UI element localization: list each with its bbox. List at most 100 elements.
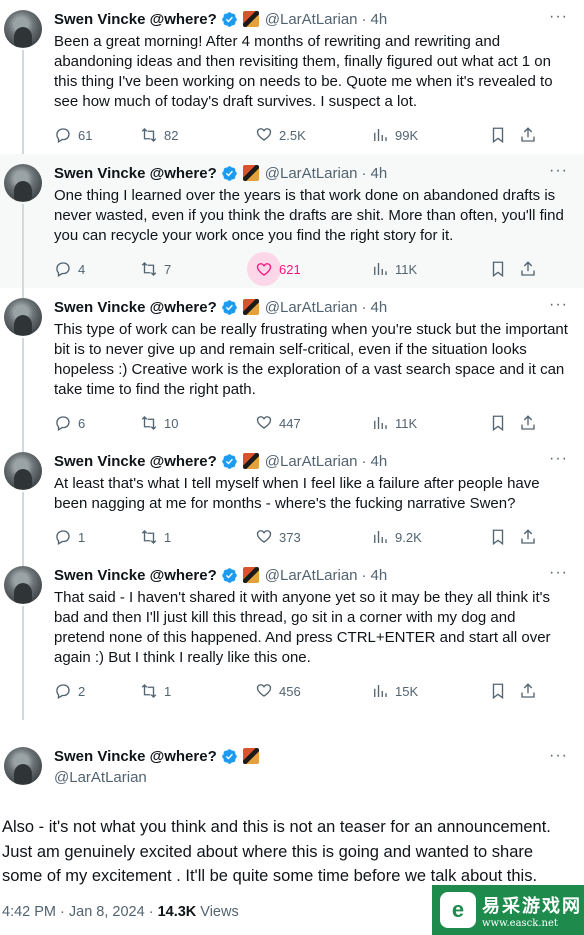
more-icon[interactable]: ··· bbox=[549, 8, 568, 26]
bookmark-button[interactable] bbox=[489, 528, 519, 546]
tweet-time[interactable]: 4h bbox=[371, 165, 388, 182]
more-icon[interactable]: ··· bbox=[549, 296, 568, 314]
like-halo bbox=[255, 527, 273, 548]
avatar[interactable] bbox=[4, 452, 42, 490]
repost-button[interactable]: 82 bbox=[140, 126, 255, 144]
repost-icon bbox=[141, 530, 157, 544]
author-name[interactable]: Swen Vincke @where? bbox=[54, 165, 217, 182]
reply-count: 2 bbox=[78, 683, 86, 699]
share-button[interactable] bbox=[519, 126, 537, 144]
tweet-time[interactable]: 4h bbox=[371, 453, 388, 470]
avatar[interactable] bbox=[4, 747, 42, 785]
share-button[interactable] bbox=[519, 260, 537, 278]
thread-tweet[interactable]: Swen Vincke @where? @LarAtLarian · 4h ··… bbox=[0, 0, 584, 164]
like-button[interactable]: 373 bbox=[255, 527, 371, 548]
avatar[interactable] bbox=[4, 10, 42, 48]
thread-tweet[interactable]: Swen Vincke @where? @LarAtLarian · 4h ··… bbox=[0, 288, 584, 452]
like-button[interactable]: 456 bbox=[255, 681, 371, 702]
author-handle[interactable]: @LarAtLarian bbox=[265, 299, 358, 316]
timestamp[interactable]: 4:42 PM · Jan 8, 2024 · bbox=[2, 904, 158, 920]
bookmark-icon bbox=[492, 127, 504, 144]
author-name[interactable]: Swen Vincke @where? bbox=[54, 453, 217, 470]
tweet-text: This type of work can be really frustrat… bbox=[54, 321, 568, 398]
views-button[interactable]: 11K bbox=[371, 260, 489, 278]
share-icon bbox=[521, 415, 535, 430]
avatar[interactable] bbox=[4, 298, 42, 336]
like-button[interactable]: 621 bbox=[247, 252, 371, 286]
like-halo bbox=[255, 681, 273, 702]
more-icon[interactable]: ··· bbox=[549, 747, 568, 765]
thread-tweet[interactable]: Swen Vincke @where? @LarAtLarian · 4h ··… bbox=[0, 556, 584, 720]
repost-button[interactable]: 7 bbox=[140, 260, 255, 278]
views-icon bbox=[374, 417, 387, 429]
thread-connector-line bbox=[22, 50, 24, 164]
views-button[interactable]: 11K bbox=[371, 414, 489, 432]
thread-tweet[interactable]: Swen Vincke @where? @LarAtLarian · 4h ··… bbox=[0, 442, 584, 566]
watermark-url: www.easck.net bbox=[482, 917, 558, 929]
tweet-text: That said - I haven't shared it with any… bbox=[54, 589, 551, 666]
author-handle[interactable]: @LarAtLarian bbox=[54, 769, 570, 786]
author-name[interactable]: Swen Vincke @where? bbox=[54, 567, 217, 584]
share-button[interactable] bbox=[519, 414, 537, 432]
author-handle[interactable]: @LarAtLarian bbox=[265, 11, 358, 28]
repost-count: 10 bbox=[164, 415, 179, 431]
tweet-time[interactable]: 4h bbox=[371, 567, 388, 584]
separator-dot: · bbox=[361, 298, 367, 316]
share-icon bbox=[521, 261, 535, 276]
author-handle[interactable]: @LarAtLarian bbox=[265, 567, 358, 584]
reply-icon bbox=[56, 530, 70, 545]
repost-button[interactable]: 1 bbox=[140, 528, 255, 546]
affiliate-badge-icon bbox=[242, 11, 259, 27]
bookmark-button[interactable] bbox=[489, 414, 519, 432]
author-name[interactable]: Swen Vincke @where? bbox=[54, 299, 217, 316]
reply-button[interactable]: 6 bbox=[54, 414, 140, 432]
views-count: 9.2K bbox=[395, 529, 422, 545]
share-button[interactable] bbox=[519, 528, 537, 546]
reply-button[interactable]: 1 bbox=[54, 528, 140, 546]
views-button[interactable]: 99K bbox=[371, 126, 489, 144]
verified-badge-icon bbox=[221, 453, 237, 469]
bookmark-icon bbox=[492, 261, 504, 278]
reply-button[interactable]: 61 bbox=[54, 126, 140, 144]
views-icon bbox=[374, 129, 387, 141]
bookmark-button[interactable] bbox=[489, 260, 519, 278]
author-handle[interactable]: @LarAtLarian bbox=[265, 453, 358, 470]
avatar[interactable] bbox=[4, 566, 42, 604]
affiliate-badge-icon bbox=[242, 299, 259, 315]
views-count: 15K bbox=[395, 683, 419, 699]
views-count: 11K bbox=[395, 415, 418, 431]
avatar[interactable] bbox=[4, 164, 42, 202]
tweet-time[interactable]: 4h bbox=[371, 11, 388, 28]
like-count: 456 bbox=[279, 683, 301, 699]
views-button[interactable]: 15K bbox=[371, 682, 489, 700]
repost-icon bbox=[141, 262, 157, 276]
bookmark-button[interactable] bbox=[489, 126, 519, 144]
repost-button[interactable]: 1 bbox=[140, 682, 255, 700]
repost-icon bbox=[141, 684, 157, 698]
site-watermark: e 易采游戏网 www.easck.net bbox=[432, 885, 584, 935]
more-icon[interactable]: ··· bbox=[549, 162, 568, 180]
separator-dot: · bbox=[361, 452, 367, 470]
share-icon bbox=[521, 127, 535, 142]
tweet-header: Swen Vincke @where? @LarAtLarian · 4h bbox=[54, 10, 570, 28]
more-icon[interactable]: ··· bbox=[549, 564, 568, 582]
repost-button[interactable]: 10 bbox=[140, 414, 255, 432]
reply-button[interactable]: 2 bbox=[54, 682, 140, 700]
author-handle[interactable]: @LarAtLarian bbox=[265, 165, 358, 182]
tweet-header: Swen Vincke @where? @LarAtLarian · 4h bbox=[54, 164, 570, 182]
bookmark-button[interactable] bbox=[489, 682, 519, 700]
tweet-time[interactable]: 4h bbox=[371, 299, 388, 316]
tweet-header: Swen Vincke @where? bbox=[54, 747, 570, 765]
affiliate-badge-icon bbox=[242, 453, 259, 469]
author-name[interactable]: Swen Vincke @where? bbox=[54, 748, 217, 765]
thread-tweet[interactable]: Swen Vincke @where? @LarAtLarian · 4h ··… bbox=[0, 154, 584, 298]
views-button[interactable]: 9.2K bbox=[371, 528, 489, 546]
like-count: 447 bbox=[279, 415, 301, 431]
like-button[interactable]: 447 bbox=[255, 413, 371, 434]
more-icon[interactable]: ··· bbox=[549, 450, 568, 468]
reply-button[interactable]: 4 bbox=[54, 260, 140, 278]
like-button[interactable]: 2.5K bbox=[255, 125, 371, 146]
share-button[interactable] bbox=[519, 682, 537, 700]
author-name[interactable]: Swen Vincke @where? bbox=[54, 11, 217, 28]
views-icon bbox=[374, 685, 387, 697]
